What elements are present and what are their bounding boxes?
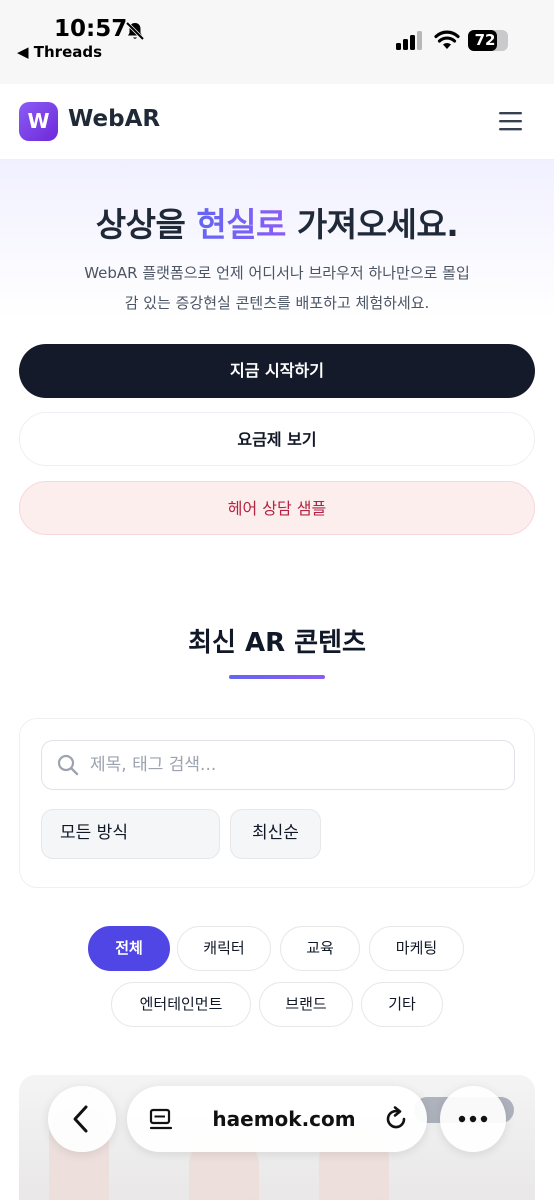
- filter-card: 모든 방식 최신순: [19, 718, 535, 888]
- search-box[interactable]: [41, 740, 515, 790]
- get-started-button[interactable]: 지금 시작하기: [19, 344, 535, 398]
- url-text[interactable]: haemok.com: [189, 1086, 379, 1152]
- logo-text[interactable]: WebAR: [68, 106, 160, 132]
- hair-consult-sample-button[interactable]: 헤어 상담 샘플: [19, 481, 535, 535]
- category-chip-all[interactable]: 전체: [88, 926, 170, 971]
- wifi-icon: [434, 28, 460, 54]
- section-title: 최신 AR 콘텐츠: [188, 628, 366, 658]
- hero-title: 상상을 현실로 가져오세요.: [0, 198, 554, 246]
- more-dots-icon: [458, 1115, 488, 1123]
- section-underline: [229, 675, 325, 679]
- category-chip-brand[interactable]: 브랜드: [259, 982, 353, 1027]
- battery-indicator: 72: [468, 30, 508, 51]
- hamburger-menu-icon[interactable]: [498, 110, 523, 136]
- back-to-app-link[interactable]: ◀ Threads: [17, 43, 102, 61]
- search-icon: [57, 754, 79, 780]
- category-chip-entertainment[interactable]: 엔터테인먼트: [111, 982, 251, 1027]
- hero-title-accent: 현실로: [196, 205, 286, 244]
- hero-title-start: 상상을: [95, 205, 197, 244]
- hero-description: WebAR 플랫폼으로 언제 어디서나 브라우저 하나만으로 몰입감 있는 증강…: [84, 264, 470, 312]
- search-input[interactable]: [90, 750, 500, 780]
- browser-back-button[interactable]: [48, 1086, 116, 1152]
- more-options-button[interactable]: [440, 1086, 506, 1152]
- address-bar[interactable]: haemok.com: [127, 1086, 427, 1152]
- category-chip-marketing[interactable]: 마케팅: [369, 926, 464, 971]
- hero-title-end: 가져오세요.: [285, 205, 459, 244]
- cellular-signal-icon: [396, 30, 424, 54]
- status-bar: 10:57 ◀ Threads 72: [0, 0, 554, 84]
- status-time: 10:57: [54, 16, 128, 42]
- category-chip-character[interactable]: 캐릭터: [177, 926, 271, 971]
- sort-select[interactable]: 최신순: [230, 809, 321, 859]
- category-chip-education[interactable]: 교육: [280, 926, 360, 971]
- site-header: W WebAR: [0, 84, 554, 160]
- method-select[interactable]: 모든 방식: [41, 809, 220, 859]
- logo-mark[interactable]: W: [19, 102, 58, 141]
- chevron-left-icon: [73, 1105, 88, 1133]
- battery-percent: 72: [474, 31, 496, 49]
- view-pricing-button[interactable]: 요금제 보기: [19, 412, 535, 466]
- category-chip-other[interactable]: 기타: [361, 982, 443, 1027]
- bell-slash-icon: [124, 20, 146, 46]
- page-menu-icon[interactable]: [149, 1108, 173, 1136]
- browser-toolbar: haemok.com: [0, 1080, 554, 1160]
- reload-icon[interactable]: [383, 1106, 409, 1136]
